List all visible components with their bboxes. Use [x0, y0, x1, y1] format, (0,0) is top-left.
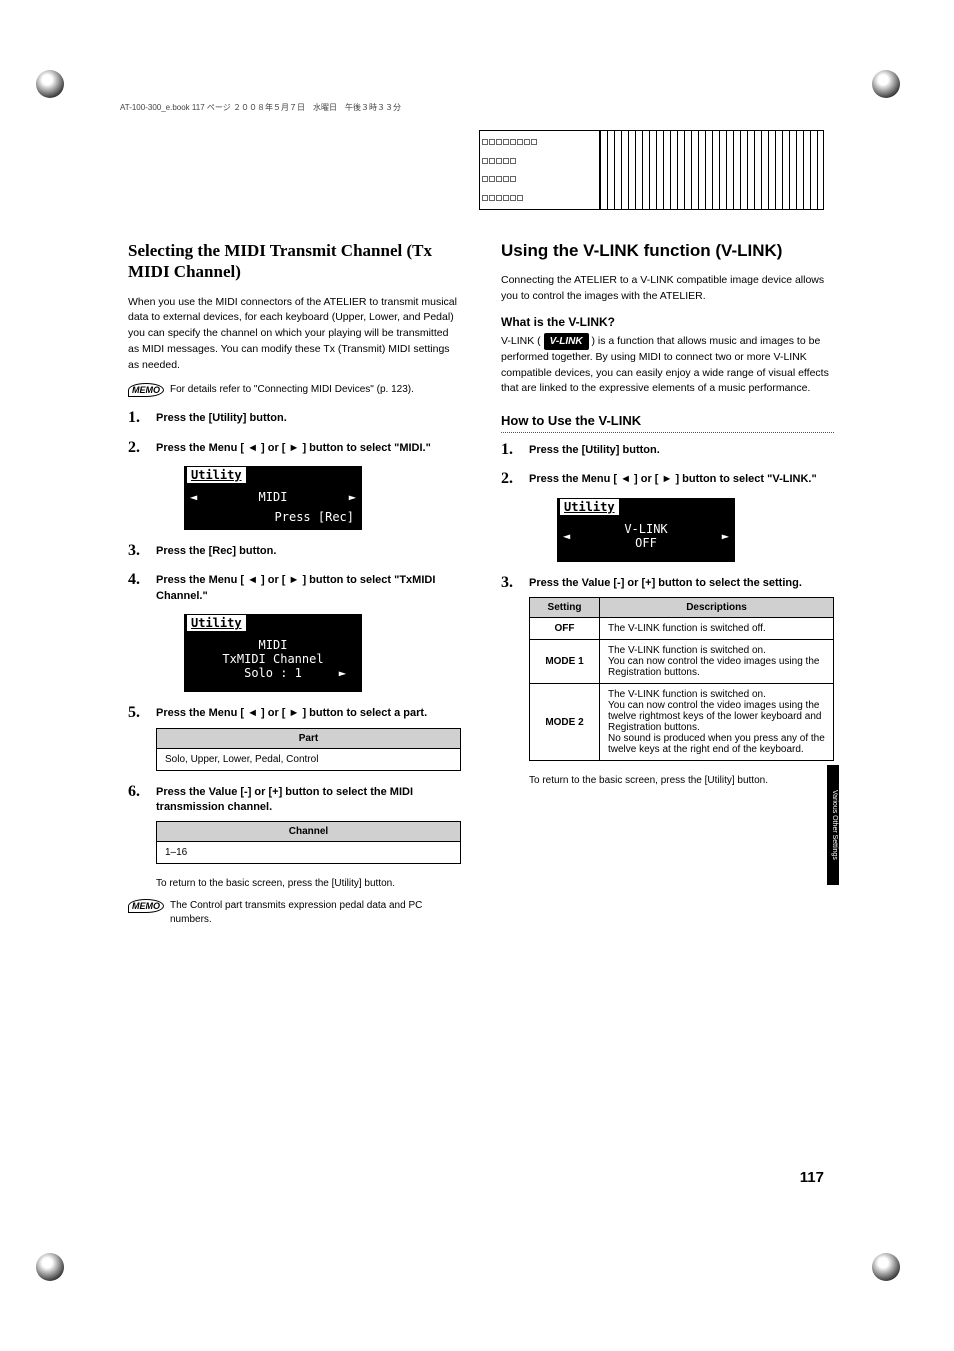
left-column: Selecting the MIDI Transmit Channel (Tx …: [128, 240, 461, 941]
table-row: Solo, Upper, Lower, Pedal, Control: [157, 748, 461, 770]
lcd-header: Utility: [559, 498, 620, 516]
memo-row: MEMO For details refer to "Connecting MI…: [128, 383, 461, 397]
howto-title: How to Use the V-LINK: [501, 413, 834, 433]
part-table: Part Solo, Upper, Lower, Pedal, Control: [156, 728, 461, 771]
memo-row: MEMO The Control part transmits expressi…: [128, 899, 461, 927]
step-5: Press the Menu [ ◄ ] or [ ► ] button to …: [156, 706, 461, 721]
steps-list: Press the [Utility] button. Press the Me…: [501, 443, 834, 786]
arrow-right-icon: ►: [722, 529, 729, 543]
vlink-badge-icon: V-LINK: [544, 333, 589, 350]
vlink-question-title: What is the V-LINK?: [501, 315, 834, 329]
table-header: Channel: [157, 822, 461, 842]
lcd-header: Utility: [186, 466, 247, 484]
arrow-left-icon: ◄: [563, 529, 570, 543]
table-cell-setting: OFF: [530, 618, 600, 640]
lcd-bottom: Press [Rec]: [184, 510, 362, 524]
right-column: Using the V-LINK function (V-LINK) Conne…: [501, 240, 834, 941]
table-cell-setting: MODE 1: [530, 640, 600, 684]
print-mark-icon: [36, 70, 64, 98]
arrow-right-icon: ►: [349, 490, 356, 504]
step-6: Press the Value [-] or [+] button to sel…: [156, 785, 461, 816]
memo-icon: MEMO: [128, 383, 164, 397]
step-4: Press the Menu [ ◄ ] or [ ► ] button to …: [156, 573, 461, 604]
lcd-txmidi: Utility MIDI TxMIDI Channel Solo : 1 ►: [184, 614, 362, 692]
return-note: To return to the basic screen, press the…: [529, 775, 834, 786]
lcd-line: V-LINK: [567, 522, 725, 536]
lcd-header: Utility: [186, 614, 247, 632]
lcd-line: MIDI: [259, 490, 288, 504]
device-diagram: [479, 130, 824, 210]
table-cell-desc: The V-LINK function is switched on. You …: [600, 684, 834, 761]
section-title-vlink: Using the V-LINK function (V-LINK): [501, 240, 834, 261]
print-mark-icon: [872, 1253, 900, 1281]
table-cell-setting: MODE 2: [530, 684, 600, 761]
memo-text: For details refer to "Connecting MIDI De…: [170, 383, 414, 397]
vlink-settings-table: Setting Descriptions OFF The V-LINK func…: [529, 597, 834, 761]
step-2: Press the Menu [ ◄ ] or [ ► ] button to …: [529, 472, 834, 487]
device-diagram-keys: [600, 131, 823, 209]
step-1: Press the [Utility] button.: [156, 411, 461, 426]
lcd-line: Solo : 1: [244, 666, 302, 680]
page-number: 117: [800, 1169, 824, 1186]
page-header-meta: AT-100-300_e.book 117 ページ ２００８年５月７日 水曜日 …: [120, 102, 401, 113]
return-note: To return to the basic screen, press the…: [156, 878, 461, 889]
lcd-line: TxMIDI Channel: [194, 652, 352, 666]
table-header: Setting: [530, 598, 600, 618]
step-3: Press the [Rec] button.: [156, 544, 461, 559]
table-row: 1–16: [157, 842, 461, 864]
intro-text: Connecting the ATELIER to a V-LINK compa…: [501, 273, 834, 305]
table-cell-desc: The V-LINK function is switched on. You …: [600, 640, 834, 684]
section-title-tx-midi: Selecting the MIDI Transmit Channel (Tx …: [128, 240, 461, 283]
memo-text: The Control part transmits expression pe…: [170, 899, 461, 927]
print-mark-icon: [872, 70, 900, 98]
steps-list: Press the [Utility] button. Press the Me…: [128, 411, 461, 864]
side-tab: Various Other Settings: [827, 765, 839, 885]
lcd-vlink: Utility ◄ V-LINK OFF ►: [557, 498, 735, 562]
table-header: Descriptions: [600, 598, 834, 618]
arrow-left-icon: ◄: [190, 490, 197, 504]
content-columns: Selecting the MIDI Transmit Channel (Tx …: [128, 240, 834, 941]
intro-text: When you use the MIDI connectors of the …: [128, 295, 461, 374]
memo-icon: MEMO: [128, 899, 164, 913]
step-2: Press the Menu [ ◄ ] or [ ► ] button to …: [156, 441, 461, 456]
device-diagram-panel: [480, 131, 600, 209]
lcd-line: OFF: [567, 536, 725, 550]
print-mark-icon: [36, 1253, 64, 1281]
lcd-line: MIDI: [194, 638, 352, 652]
table-header: Part: [157, 728, 461, 748]
step-3: Press the Value [-] or [+] button to sel…: [529, 576, 834, 591]
arrow-right-icon: ►: [339, 666, 346, 680]
table-cell-desc: The V-LINK function is switched off.: [600, 618, 834, 640]
text-prefix: V-LINK (: [501, 335, 541, 347]
vlink-question-text: V-LINK ( V-LINK ) is a function that all…: [501, 333, 834, 397]
channel-table: Channel 1–16: [156, 821, 461, 864]
lcd-midi: Utility ◄ MIDI ► Press [Rec]: [184, 466, 362, 530]
step-1: Press the [Utility] button.: [529, 443, 834, 458]
